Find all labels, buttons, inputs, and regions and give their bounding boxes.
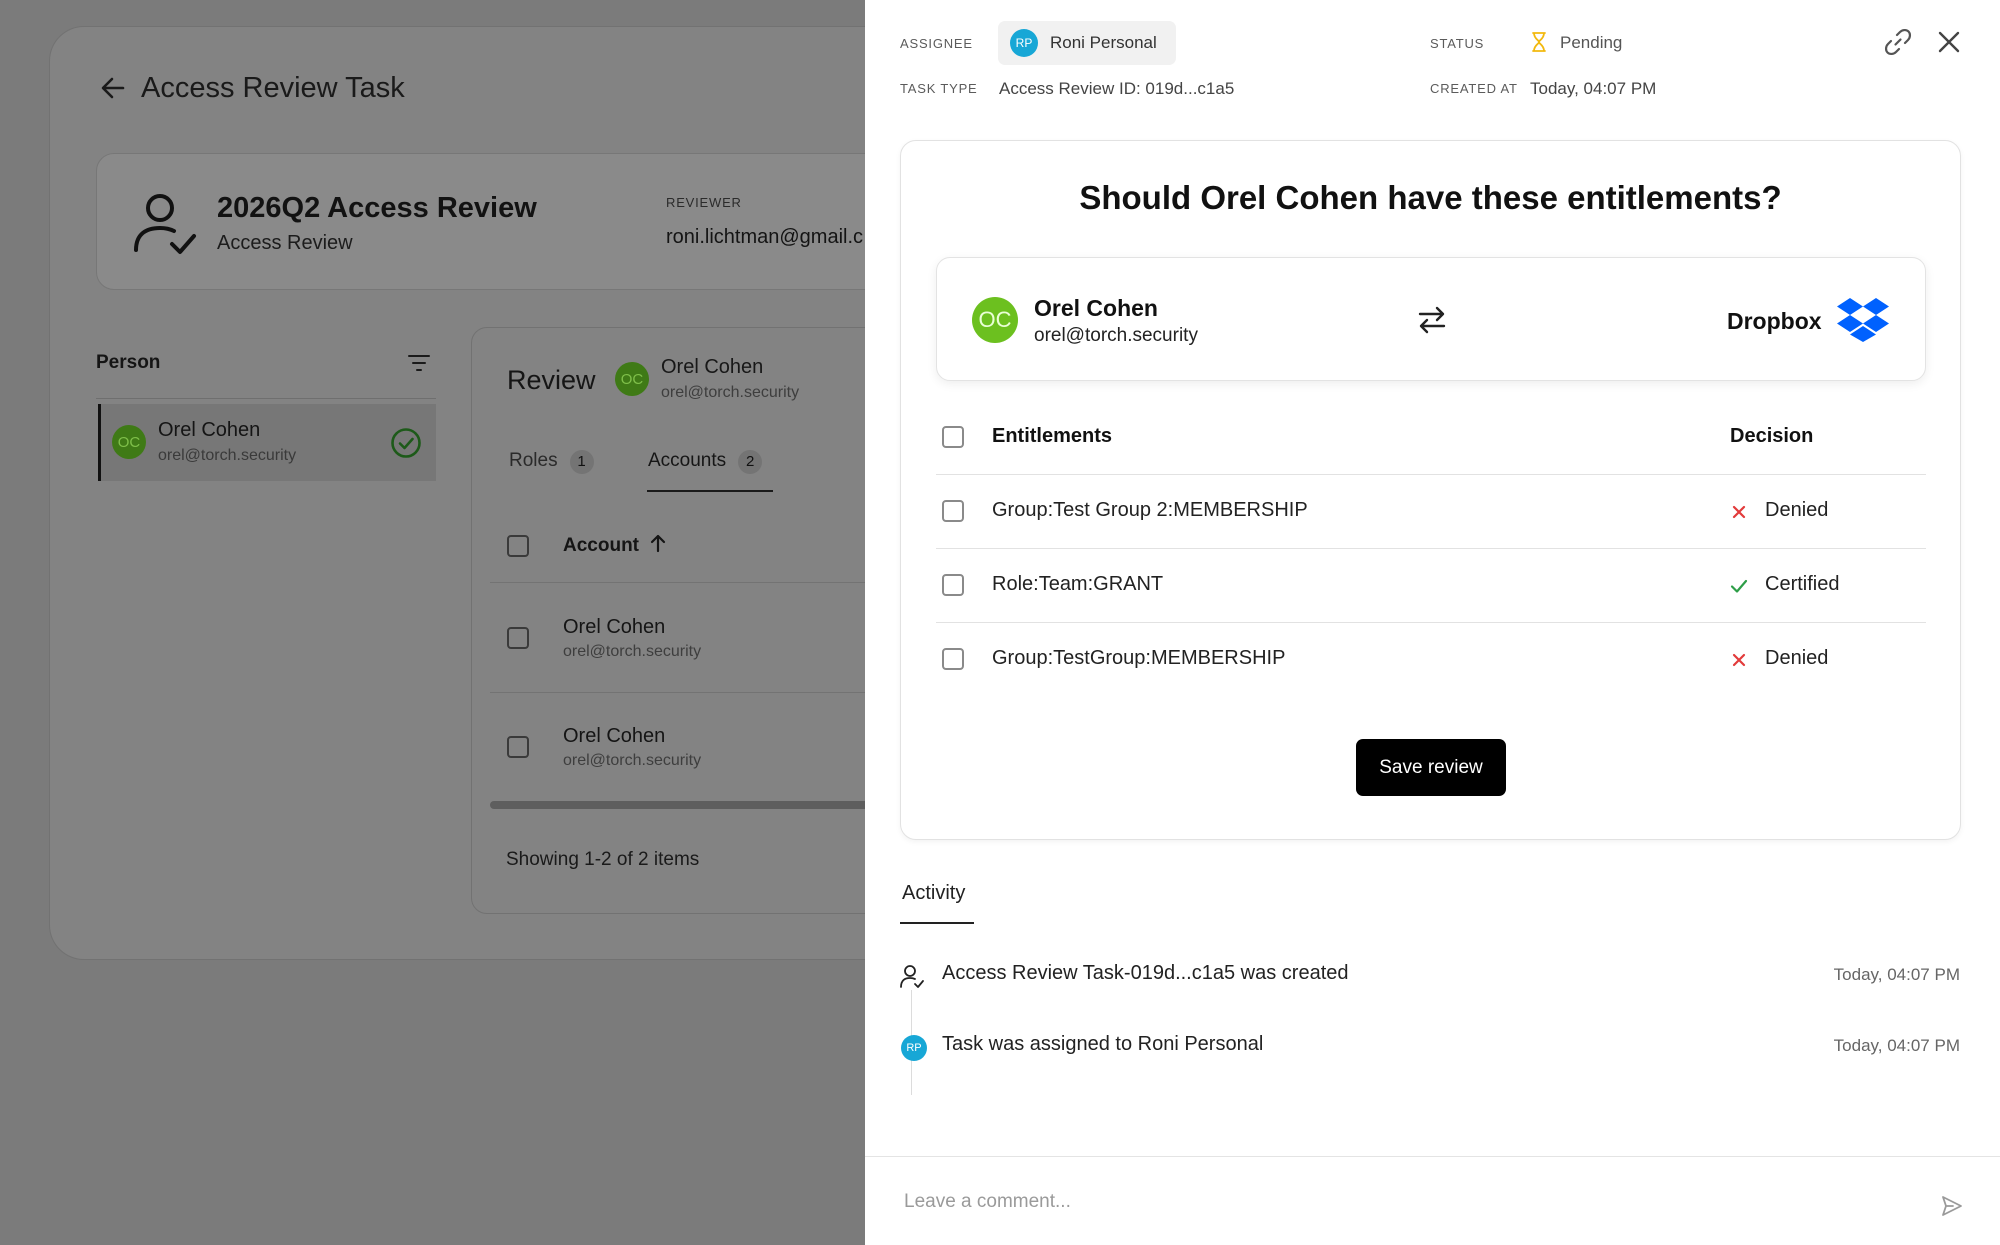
person-list-item[interactable] <box>98 404 436 481</box>
review-subtitle: Access Review <box>217 232 353 254</box>
account-email: orel@torch.security <box>563 643 702 660</box>
filter-icon[interactable] <box>406 352 432 374</box>
identity-app-pair: OC Orel Cohen orel@torch.security Dropbo… <box>936 257 1926 381</box>
row-checkbox[interactable] <box>507 627 529 649</box>
entitlement-review-card: Should Orel Cohen have these entitlement… <box>900 140 1961 840</box>
send-icon[interactable] <box>1941 1195 1963 1217</box>
reviewer-value: roni.lichtman@gmail.c <box>666 226 864 248</box>
row-checkbox[interactable] <box>942 648 964 670</box>
activity-text: Access Review Task-019d...c1a5 was creat… <box>942 962 1349 984</box>
divider <box>936 622 1926 623</box>
hourglass-icon <box>1532 32 1546 52</box>
divider <box>96 398 436 399</box>
entitlement-name: Group:TestGroup:MEMBERSHIP <box>992 647 1286 669</box>
decision-value[interactable]: Denied <box>1765 647 1828 670</box>
divider <box>936 474 1926 475</box>
user-check-icon <box>134 194 196 254</box>
activity-text: Task was assigned to Roni Personal <box>942 1033 1264 1055</box>
created-at-value: Today, 04:07 PM <box>1530 79 1657 98</box>
check-circle-icon <box>391 428 421 458</box>
identity-name: Orel Cohen <box>1034 295 1158 321</box>
avatar: OC <box>972 297 1018 343</box>
assignee-chip[interactable]: RP Roni Personal <box>998 21 1176 65</box>
task-type-label: TASK TYPE <box>900 81 978 96</box>
reviewer-label: REVIEWER <box>666 195 742 210</box>
entitlement-name: Role:Team:GRANT <box>992 573 1164 595</box>
entitlement-name: Group:Test Group 2:MEMBERSHIP <box>992 499 1308 521</box>
save-review-button[interactable]: Save review <box>1356 739 1506 796</box>
entitlements-column-header: Entitlements <box>992 425 1113 447</box>
tab-label: Accounts <box>648 450 727 471</box>
task-type-value: Access Review ID: 019d...c1a5 <box>999 79 1235 98</box>
decision-value[interactable]: Denied <box>1765 499 1828 522</box>
row-checkbox[interactable] <box>507 736 529 758</box>
arrow-left-icon[interactable] <box>97 72 129 104</box>
select-all-checkbox[interactable] <box>507 535 529 557</box>
person-email: orel@torch.security <box>158 447 297 464</box>
pagination-summary: Showing 1-2 of 2 items <box>506 849 700 870</box>
person-header: Person <box>96 352 161 373</box>
avatar: OC <box>615 362 649 396</box>
decision-value[interactable]: Certified <box>1765 573 1839 596</box>
decision-column-header: Decision <box>1730 425 1814 447</box>
dropbox-logo <box>1837 298 1889 342</box>
divider <box>936 548 1926 549</box>
account-name: Orel Cohen <box>563 725 666 747</box>
assignee-label: ASSIGNEE <box>900 36 973 51</box>
tab-count-badge: 2 <box>738 450 763 474</box>
activity-time: Today, 04:07 PM <box>1833 1036 1960 1055</box>
application-name: Dropbox <box>1727 308 1822 334</box>
close-icon[interactable] <box>1936 29 1962 55</box>
account-email: orel@torch.security <box>563 752 702 769</box>
account-name: Orel Cohen <box>563 616 666 638</box>
tab-accounts[interactable]: Accounts 2 <box>648 450 763 474</box>
row-checkbox[interactable] <box>942 500 964 522</box>
swap-arrows-icon <box>1418 306 1446 334</box>
account-column-header[interactable]: Account <box>563 533 666 557</box>
tab-count-badge: 1 <box>569 450 594 474</box>
reviewed-person-name: Orel Cohen <box>661 356 764 378</box>
created-at-label: CREATED AT <box>1430 81 1518 96</box>
identity-email: orel@torch.security <box>1034 325 1198 346</box>
status-label: STATUS <box>1430 36 1485 51</box>
avatar: RP <box>1010 29 1038 57</box>
active-tab-indicator <box>647 490 773 492</box>
task-detail-drawer: ASSIGNEE RP Roni Personal TASK TYPE Acce… <box>865 0 2000 1245</box>
activity-time: Today, 04:07 PM <box>1833 965 1960 984</box>
user-check-icon <box>900 965 924 988</box>
comment-input[interactable] <box>904 1191 1864 1213</box>
avatar: OC <box>112 425 146 459</box>
active-tab-indicator <box>900 922 974 924</box>
select-all-checkbox[interactable] <box>942 426 964 448</box>
reviewed-person-email: orel@torch.security <box>661 384 800 401</box>
avatar: RP <box>901 1035 927 1061</box>
tab-label: Roles <box>509 450 558 471</box>
person-name: Orel Cohen <box>158 419 261 441</box>
row-checkbox[interactable] <box>942 574 964 596</box>
tab-roles[interactable]: Roles 1 <box>509 450 594 474</box>
x-icon <box>1732 653 1746 667</box>
comment-bar <box>865 1156 2000 1245</box>
tab-activity[interactable]: Activity <box>902 882 965 905</box>
assignee-name: Roni Personal <box>1050 33 1157 52</box>
link-icon[interactable] <box>1882 26 1914 58</box>
page-title: Access Review Task <box>141 72 405 104</box>
review-question: Should Orel Cohen have these entitlement… <box>1079 179 1782 216</box>
x-icon <box>1732 505 1746 519</box>
column-header-label: Account <box>563 535 639 556</box>
review-label: Review <box>507 365 596 395</box>
review-title: 2026Q2 Access Review <box>217 192 537 224</box>
sort-arrow-up-icon <box>651 534 666 553</box>
status-value: Pending <box>1560 33 1623 52</box>
check-icon <box>1730 579 1748 593</box>
